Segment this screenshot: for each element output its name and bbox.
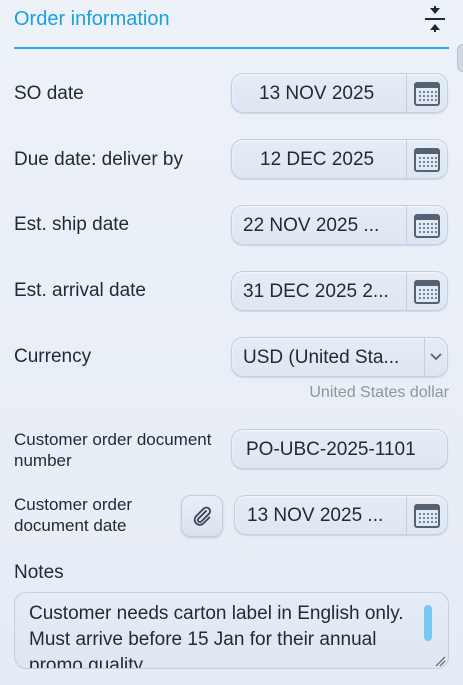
chevron-down-icon[interactable] (424, 338, 447, 376)
so-date-value: 13 NOV 2025 (259, 83, 375, 104)
calendar-icon[interactable] (406, 496, 447, 534)
customer-doc-number-label: Customer order document number (14, 429, 211, 471)
notes-label: Notes (14, 562, 64, 583)
order-information-panel: Order information SO date 13 NOV 2025 Du… (0, 0, 463, 685)
customer-doc-date-label-line2: document date (14, 516, 127, 535)
notes-textarea[interactable]: Customer needs carton label in English o… (14, 592, 449, 669)
customer-doc-number-input[interactable]: PO-UBC-2025-1101 (231, 429, 448, 469)
currency-value: USD (United Sta... (243, 347, 400, 368)
due-date-value: 12 DEC 2025 (260, 149, 375, 170)
calendar-icon[interactable] (406, 140, 447, 178)
paperclip-icon[interactable] (181, 495, 223, 537)
customer-doc-date-label-line1: Customer order (14, 495, 133, 514)
collapse-icon[interactable] (423, 6, 447, 32)
calendar-icon[interactable] (406, 272, 447, 310)
resize-grip-icon[interactable] (434, 654, 446, 667)
section-header: Order information (14, 0, 449, 49)
panel-resize-handle[interactable] (457, 44, 463, 72)
est-arrival-date-label: Est. arrival date (14, 280, 146, 301)
due-date-field[interactable]: 12 DEC 2025 (231, 139, 448, 179)
currency-select[interactable]: USD (United Sta... (231, 337, 448, 377)
customer-doc-number-label-line2: number (14, 451, 72, 470)
est-ship-date-field[interactable]: 22 NOV 2025 ... (231, 205, 448, 245)
customer-doc-date-label: Customer order document date (14, 494, 132, 536)
customer-doc-date-field[interactable]: 13 NOV 2025 ... (234, 495, 448, 535)
customer-doc-number-value: PO-UBC-2025-1101 (246, 439, 416, 460)
currency-label: Currency (14, 346, 92, 367)
due-date-label: Due date: deliver by (14, 149, 183, 170)
est-ship-date-value: 22 NOV 2025 ... (243, 215, 380, 236)
customer-doc-number-label-line1: Customer order document (14, 430, 212, 449)
est-arrival-date-value: 31 DEC 2025 2... (243, 281, 389, 302)
section-title: Order information (14, 8, 170, 30)
customer-doc-date-value: 13 NOV 2025 ... (247, 505, 384, 526)
calendar-icon[interactable] (406, 206, 447, 244)
notes-value: Customer needs carton label in English o… (29, 603, 404, 669)
est-arrival-date-field[interactable]: 31 DEC 2025 2... (231, 271, 448, 311)
est-ship-date-label: Est. ship date (14, 214, 130, 235)
notes-scrollbar[interactable] (424, 605, 432, 641)
so-date-label: SO date (14, 83, 84, 104)
currency-helper-text: United States dollar (309, 384, 449, 401)
so-date-field[interactable]: 13 NOV 2025 (231, 73, 448, 113)
calendar-icon[interactable] (406, 74, 447, 112)
